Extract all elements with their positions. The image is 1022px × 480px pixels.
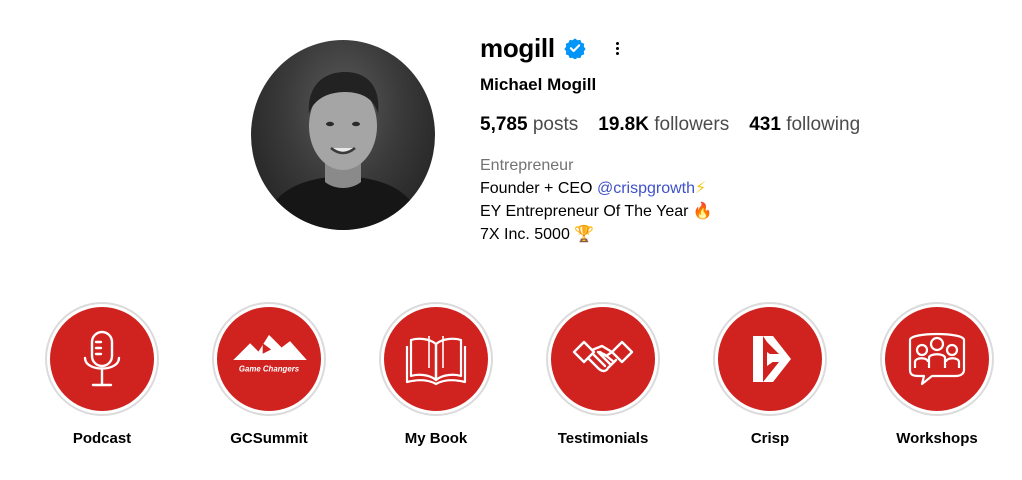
- highlight-ring: Game Changers: [212, 302, 326, 416]
- highlight-my-book[interactable]: My Book: [376, 302, 496, 447]
- bio-line-1-text: Founder + CEO: [480, 180, 597, 197]
- following-stat[interactable]: 431 following: [749, 114, 860, 136]
- avatar-photo: [261, 72, 425, 230]
- bio-mention-link[interactable]: @crispgrowth: [597, 180, 695, 197]
- story-highlights: Podcast Game Changers GCSummit My Book T…: [0, 302, 1022, 462]
- highlight-ring: [45, 302, 159, 416]
- game-changers-logo: Game Changers: [233, 334, 307, 374]
- highlight-label: GCSummit: [230, 430, 308, 447]
- highlight-cover: [50, 307, 154, 411]
- following-label: following: [786, 114, 861, 135]
- game-changers-text: Game Changers: [239, 365, 300, 374]
- highlight-label: Crisp: [750, 430, 790, 447]
- highlight-workshops[interactable]: Workshops: [877, 302, 997, 447]
- bio-line-1: Founder + CEO @crispgrowth⚡: [480, 177, 713, 200]
- posts-count: 5,785: [480, 114, 528, 135]
- bio-line-2: EY Entrepreneur Of The Year 🔥: [480, 200, 713, 223]
- highlight-crisp[interactable]: Crisp: [710, 302, 830, 447]
- highlight-podcast[interactable]: Podcast: [42, 302, 162, 447]
- highlight-cover: [551, 307, 655, 411]
- fire-icon: 🔥: [692, 203, 713, 220]
- verified-badge-icon: [564, 37, 586, 60]
- microphone-icon: [83, 330, 121, 387]
- highlight-ring: [546, 302, 660, 416]
- following-count: 431: [749, 114, 781, 135]
- highlight-ring: [713, 302, 827, 416]
- highlight-label: Testimonials: [557, 430, 649, 447]
- username-row: mogill: [480, 32, 623, 64]
- highlight-ring: [880, 302, 994, 416]
- handshake-icon: [572, 340, 634, 373]
- followers-count: 19.8K: [598, 114, 649, 135]
- group-chat-icon: [908, 332, 966, 386]
- bio-line-2-text: EY Entrepreneur Of The Year: [480, 203, 693, 220]
- profile-bio: Entrepreneur Founder + CEO @crispgrowth⚡…: [480, 154, 713, 246]
- highlight-label: My Book: [404, 430, 468, 447]
- profile-stats: 5,785 posts 19.8K followers 431 followin…: [480, 114, 880, 136]
- crisp-logo-icon: [753, 336, 791, 382]
- highlight-cover: [718, 307, 822, 411]
- bio-line-3: 7X Inc. 5000 🏆: [480, 223, 713, 246]
- followers-label: followers: [654, 114, 730, 135]
- followers-stat[interactable]: 19.8K followers: [598, 114, 729, 136]
- trophy-icon: 🏆: [574, 226, 595, 243]
- highlight-cover: Game Changers: [217, 307, 321, 411]
- bio-category: Entrepreneur: [480, 157, 574, 174]
- highlight-testimonials[interactable]: Testimonials: [543, 302, 663, 447]
- username: mogill: [480, 32, 555, 63]
- highlight-cover: [885, 307, 989, 411]
- posts-stat[interactable]: 5,785 posts: [480, 114, 578, 136]
- highlight-label: Workshops: [896, 430, 978, 447]
- highlight-ring: [379, 302, 493, 416]
- bio-line-3-text: 7X Inc. 5000: [480, 226, 575, 243]
- more-options-icon[interactable]: [613, 38, 623, 58]
- highlight-label: Podcast: [72, 430, 132, 447]
- posts-label: posts: [532, 114, 579, 135]
- book-icon: [405, 336, 467, 386]
- highlight-cover: [384, 307, 488, 411]
- highlight-gcsummit[interactable]: Game Changers GCSummit: [209, 302, 329, 447]
- lightning-icon: ⚡: [695, 180, 707, 197]
- full-name: Michael Mogill: [480, 75, 597, 94]
- profile-avatar[interactable]: [251, 40, 435, 230]
